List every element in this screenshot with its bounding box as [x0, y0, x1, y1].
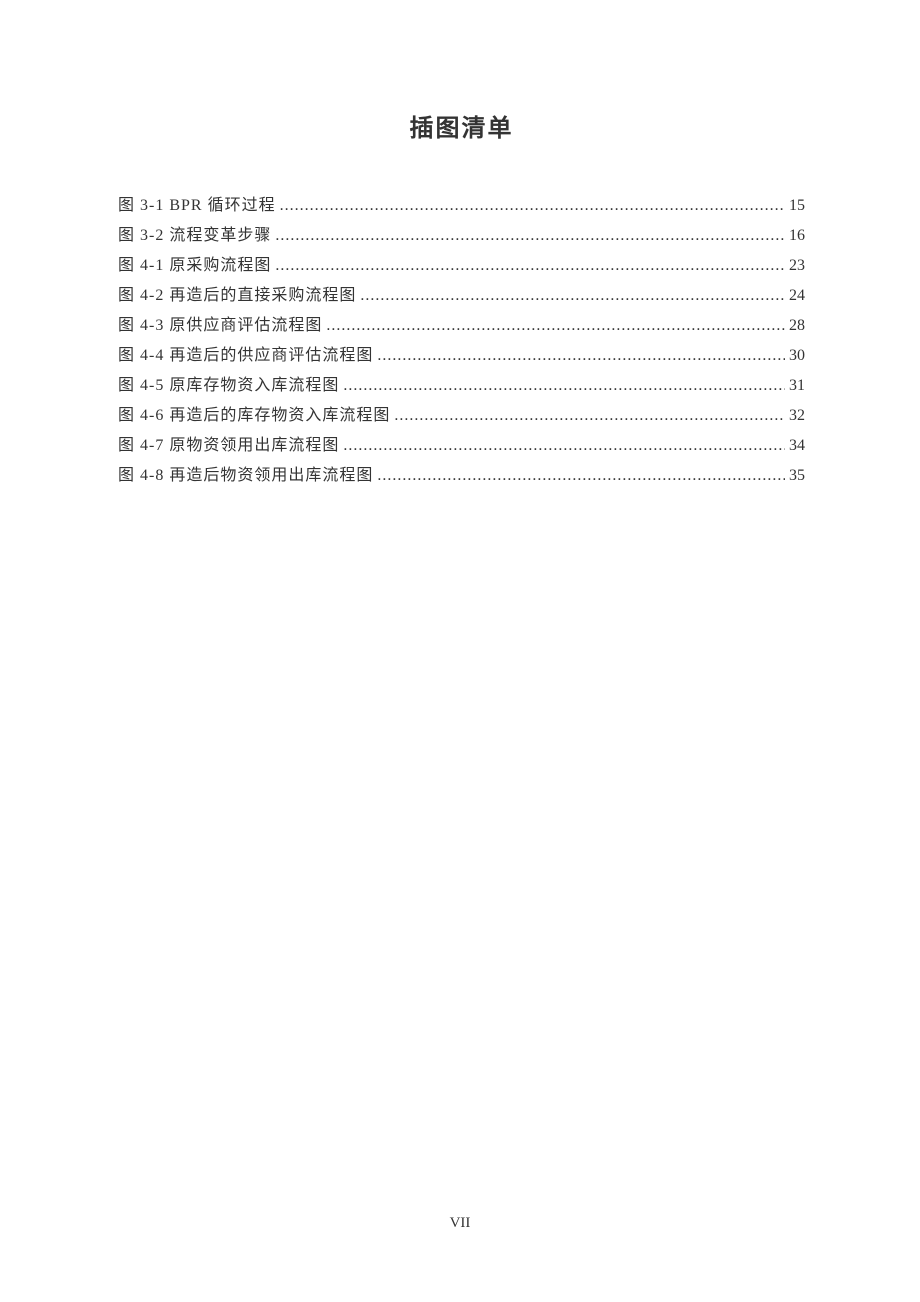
toc-entry: 图 4-7 原物资领用出库流程图 34: [118, 431, 805, 461]
toc-leader: [394, 401, 785, 431]
toc-entry: 图 3-2 流程变革步骤 16: [118, 221, 805, 251]
toc-entry: 图 4-4 再造后的供应商评估流程图 30: [118, 341, 805, 371]
toc-entry-page: 15: [789, 191, 805, 221]
toc-entry-page: 16: [789, 221, 805, 251]
toc-entry: 图 3-1 BPR 循环过程 15: [118, 191, 805, 221]
toc-entry-page: 34: [789, 431, 805, 461]
toc-leader: [377, 341, 785, 371]
toc-entry-page: 31: [789, 371, 805, 401]
page-title: 插图清单: [118, 108, 805, 143]
toc-entry-label: 图 3-2 流程变革步骤: [118, 221, 271, 251]
toc-entry-page: 30: [789, 341, 805, 371]
toc-entry-page: 24: [789, 281, 805, 311]
toc-entry-label: 图 4-3 原供应商评估流程图: [118, 311, 322, 341]
toc-entry-label: 图 4-7 原物资领用出库流程图: [118, 431, 339, 461]
toc-leader: [280, 191, 785, 221]
toc-entry: 图 4-5 原库存物资入库流程图 31: [118, 371, 805, 401]
toc-entry-page: 28: [789, 311, 805, 341]
toc-entry-page: 35: [789, 461, 805, 491]
toc-entry: 图 4-6 再造后的库存物资入库流程图 32: [118, 401, 805, 431]
page-container: 插图清单 图 3-1 BPR 循环过程 15 图 3-2 流程变革步骤 16 图…: [0, 0, 920, 491]
toc-entry-label: 图 4-2 再造后的直接采购流程图: [118, 281, 356, 311]
toc-entry: 图 4-1 原采购流程图 23: [118, 251, 805, 281]
toc-entry-page: 23: [789, 251, 805, 281]
toc-entry: 图 4-2 再造后的直接采购流程图 24: [118, 281, 805, 311]
toc-leader: [343, 371, 785, 401]
toc-leader: [343, 431, 785, 461]
toc-leader: [275, 221, 785, 251]
toc-leader: [326, 311, 785, 341]
toc-leader: [360, 281, 785, 311]
toc-entry-label: 图 4-5 原库存物资入库流程图: [118, 371, 339, 401]
toc-list: 图 3-1 BPR 循环过程 15 图 3-2 流程变革步骤 16 图 4-1 …: [118, 191, 805, 491]
toc-entry-label: 图 4-4 再造后的供应商评估流程图: [118, 341, 373, 371]
toc-entry-label: 图 4-1 原采购流程图: [118, 251, 271, 281]
toc-leader: [377, 461, 785, 491]
page-number: VII: [0, 1215, 920, 1232]
toc-entry-label: 图 4-6 再造后的库存物资入库流程图: [118, 401, 390, 431]
toc-entry: 图 4-8 再造后物资领用出库流程图 35: [118, 461, 805, 491]
toc-leader: [275, 251, 785, 281]
toc-entry-page: 32: [789, 401, 805, 431]
toc-entry-label: 图 4-8 再造后物资领用出库流程图: [118, 461, 373, 491]
toc-entry-label: 图 3-1 BPR 循环过程: [118, 191, 276, 221]
toc-entry: 图 4-3 原供应商评估流程图 28: [118, 311, 805, 341]
